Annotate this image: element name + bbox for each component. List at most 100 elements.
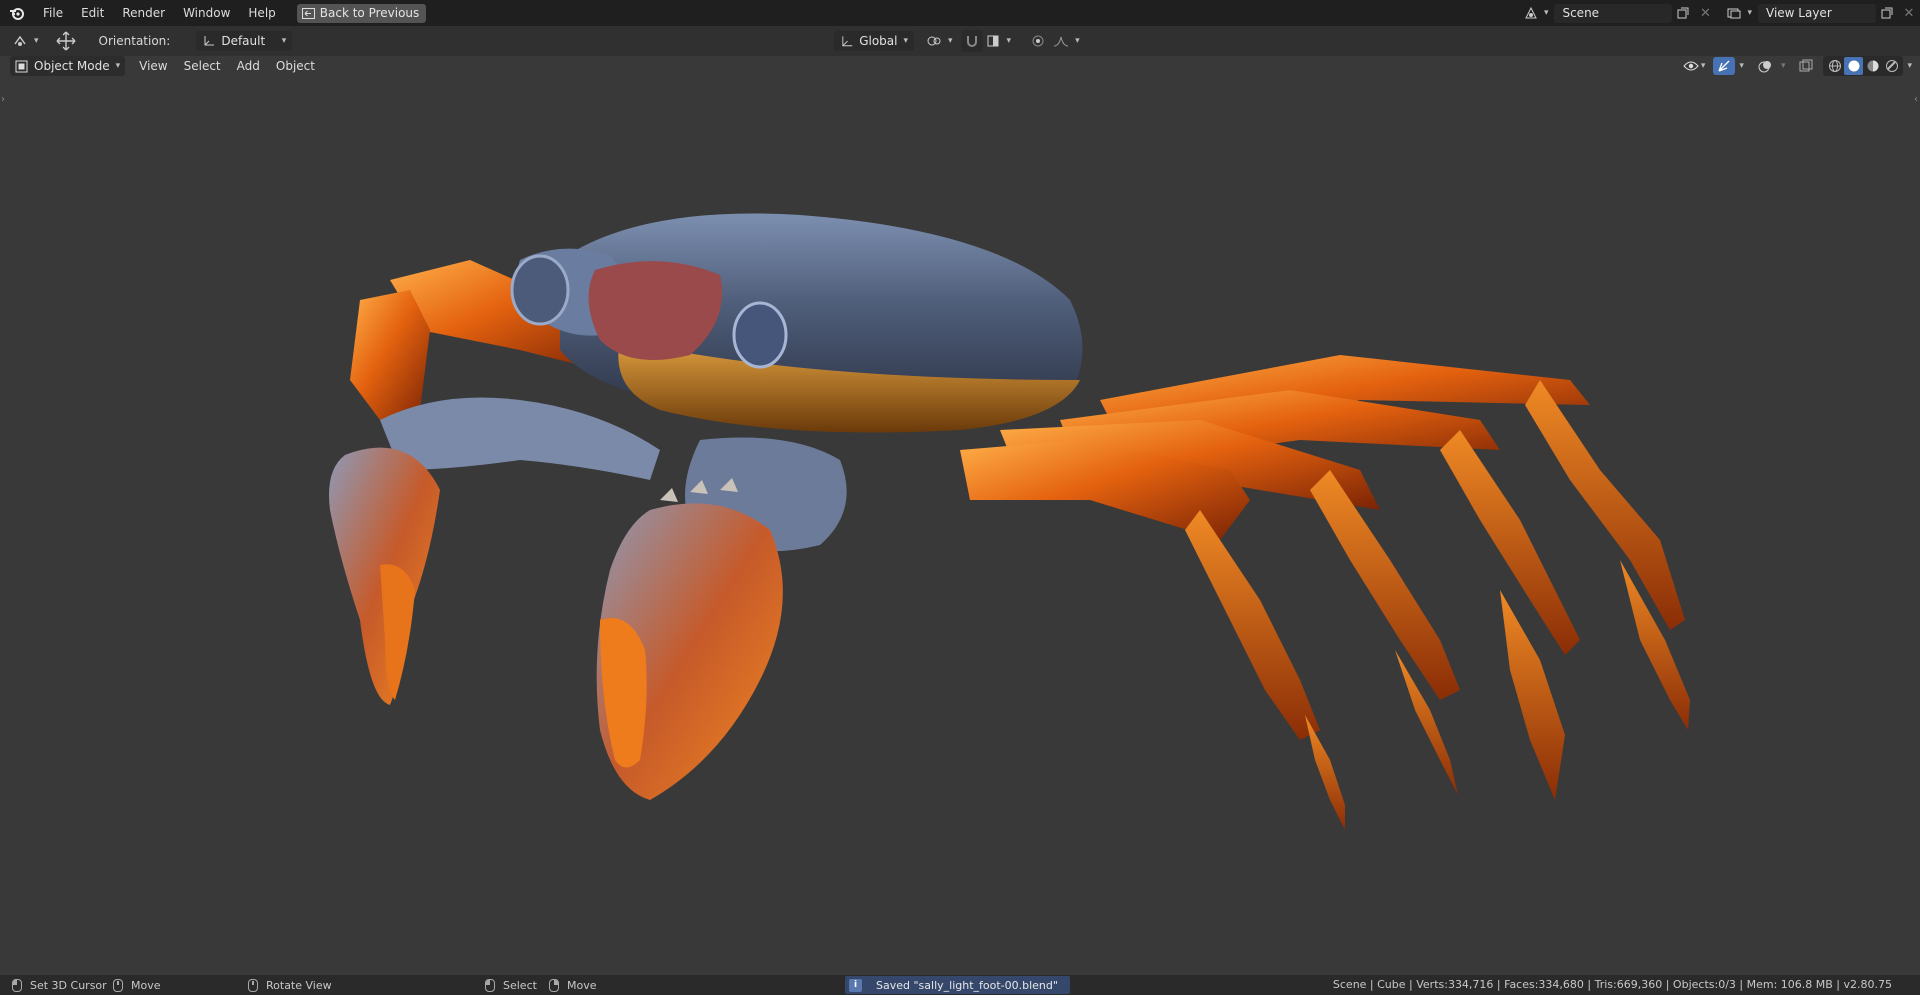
proportional-edit-toggle[interactable] bbox=[1027, 30, 1049, 52]
proportional-edit-icon bbox=[1032, 35, 1044, 47]
chevron-down-icon: ▾ bbox=[903, 36, 908, 46]
hint-label: Move bbox=[567, 978, 597, 992]
3d-viewport[interactable]: › ‹ bbox=[0, 76, 1920, 975]
new-scene-icon[interactable] bbox=[1672, 3, 1694, 23]
gizmo-toggle[interactable] bbox=[1713, 57, 1736, 75]
viewport-menu-object[interactable]: Object bbox=[268, 56, 323, 76]
snap-toggle[interactable] bbox=[960, 30, 983, 52]
falloff-curve-icon bbox=[1054, 36, 1069, 47]
xray-icon bbox=[1799, 59, 1813, 72]
chevron-down-icon: ▾ bbox=[1075, 36, 1080, 46]
menu-file[interactable]: File bbox=[34, 2, 72, 24]
scene-icon bbox=[1525, 6, 1537, 19]
pivot-point-icon bbox=[927, 36, 941, 46]
pivot-point-dropdown[interactable]: ▾ bbox=[922, 30, 957, 52]
chevron-down-icon: ▾ bbox=[1739, 61, 1744, 71]
overlays-icon bbox=[1758, 61, 1771, 73]
hint-rotate-view: Rotate View bbox=[248, 975, 332, 995]
overlays-toggle[interactable] bbox=[1754, 55, 1777, 77]
snap-element-dropdown[interactable]: ▾ bbox=[983, 30, 1016, 52]
view-layer-icon bbox=[1727, 8, 1741, 19]
hint-move-2: Move bbox=[549, 975, 597, 995]
transform-orientation-dropdown[interactable]: Global ▾ bbox=[834, 31, 914, 51]
blender-logo-icon[interactable] bbox=[6, 2, 28, 24]
object-mode-dropdown[interactable]: Object Mode ▾ bbox=[10, 56, 126, 76]
object-mode-icon bbox=[15, 60, 28, 72]
proportional-falloff-dropdown[interactable]: ▾ bbox=[1049, 30, 1084, 52]
chevron-down-icon: ▾ bbox=[1543, 8, 1549, 18]
shading-mode-group bbox=[1823, 56, 1904, 76]
crab-sculpt-model bbox=[329, 213, 1690, 830]
new-view-layer-icon[interactable] bbox=[1876, 3, 1898, 23]
snap-magnet-icon bbox=[966, 36, 977, 47]
snap-increment-icon bbox=[987, 35, 999, 47]
mouse-left-icon bbox=[12, 978, 22, 992]
scene-statistics: Scene | Cube | Verts:334,716 | Faces:334… bbox=[1332, 978, 1892, 991]
material-preview-shading-icon[interactable] bbox=[1863, 57, 1882, 75]
chevron-down-icon: ▾ bbox=[948, 36, 953, 46]
orientation-dropdown[interactable]: Default ▾ bbox=[196, 31, 293, 51]
object-mode-label: Object Mode bbox=[34, 59, 110, 73]
gizmo-dropdown[interactable]: ▾ bbox=[1735, 55, 1748, 77]
editor-type-dropdown[interactable]: ▾ bbox=[8, 30, 43, 52]
menu-edit[interactable]: Edit bbox=[72, 2, 113, 24]
chevron-down-icon: ▾ bbox=[1907, 61, 1912, 71]
chevron-down-icon: ▾ bbox=[1006, 36, 1012, 46]
hint-label: Move bbox=[131, 978, 161, 992]
mouse-middle-icon bbox=[113, 978, 123, 992]
hint-label: Select bbox=[503, 978, 537, 992]
delete-view-layer-icon[interactable]: ✕ bbox=[1898, 3, 1920, 23]
workspace-selectors: ▾ Scene ✕ ▾ View Layer ✕ bbox=[1521, 0, 1920, 26]
chevron-down-icon: ▾ bbox=[34, 36, 39, 46]
info-icon: i bbox=[849, 978, 862, 992]
viewport-header: Object Mode ▾ View Select Add Object bbox=[0, 56, 1920, 76]
overlays-dropdown[interactable]: ▾ bbox=[1777, 55, 1790, 77]
mouse-right-icon bbox=[549, 978, 559, 992]
screen-back-icon bbox=[301, 7, 315, 19]
xray-toggle[interactable] bbox=[1795, 55, 1817, 77]
back-to-previous-label: Back to Previous bbox=[319, 6, 420, 20]
3d-viewport-icon bbox=[14, 35, 26, 46]
menu-window[interactable]: Window bbox=[174, 2, 239, 24]
hint-set-3d-cursor: Set 3D Cursor bbox=[12, 975, 107, 995]
orientation-label: Orientation: bbox=[98, 34, 171, 48]
viewport-menu-select[interactable]: Select bbox=[176, 56, 229, 76]
transform-controls: Global ▾ ▾ ▾ ▾ bbox=[834, 29, 1084, 53]
chevron-down-icon: ▾ bbox=[1780, 61, 1786, 71]
orientation-value: Default bbox=[221, 34, 266, 48]
chevron-down-icon: ▾ bbox=[281, 36, 287, 46]
mouse-middle-icon bbox=[248, 978, 258, 992]
view-layer-name-field[interactable]: View Layer bbox=[1758, 3, 1876, 23]
delete-scene-icon[interactable]: ✕ bbox=[1694, 3, 1716, 23]
tool-settings-header: ▾ Orientation: Default ▾ Global ▾ ▾ ▾ ▾ bbox=[0, 26, 1920, 56]
hint-label: Rotate View bbox=[266, 978, 332, 992]
menu-help[interactable]: Help bbox=[239, 2, 284, 24]
wireframe-shading-icon[interactable] bbox=[1825, 57, 1844, 75]
status-bar: Set 3D Cursor Move Rotate View Select Mo… bbox=[0, 975, 1920, 995]
top-bar: File Edit Render Window Help Back to Pre… bbox=[0, 0, 1920, 26]
chevron-down-icon: ▾ bbox=[115, 61, 121, 71]
shading-options-dropdown[interactable]: ▾ bbox=[1903, 55, 1916, 77]
viewport-menu-view[interactable]: View bbox=[131, 56, 175, 76]
viewport-menu-add[interactable]: Add bbox=[229, 56, 268, 76]
viewport-display-controls: ▾ ▾ ▾ ▾ bbox=[1679, 56, 1920, 76]
chevron-down-icon: ▾ bbox=[1700, 61, 1706, 71]
hint-move: Move bbox=[113, 975, 161, 995]
view-layer-browse-dropdown[interactable]: ▾ bbox=[1724, 3, 1755, 23]
object-visibility-dropdown[interactable]: ▾ bbox=[1679, 55, 1710, 77]
menu-render[interactable]: Render bbox=[113, 2, 174, 24]
active-tool-move[interactable] bbox=[51, 30, 81, 52]
solid-shading-icon[interactable] bbox=[1844, 57, 1864, 75]
transform-orientation-value: Global bbox=[859, 34, 898, 48]
chevron-down-icon: ▾ bbox=[1747, 8, 1752, 18]
gizmo-icon bbox=[1718, 60, 1730, 72]
back-to-previous-button[interactable]: Back to Previous bbox=[296, 3, 427, 23]
report-banner[interactable]: i Saved "sally_light_foot-00.blend" bbox=[845, 976, 1070, 994]
move-tool-icon bbox=[56, 31, 76, 51]
scene-name-field[interactable]: Scene bbox=[1554, 3, 1673, 23]
hint-label: Set 3D Cursor bbox=[30, 978, 107, 992]
orientation-axes-icon bbox=[204, 36, 215, 46]
rendered-shading-icon[interactable] bbox=[1882, 57, 1901, 75]
global-axes-icon bbox=[842, 35, 853, 46]
scene-browse-dropdown[interactable]: ▾ bbox=[1521, 3, 1552, 23]
